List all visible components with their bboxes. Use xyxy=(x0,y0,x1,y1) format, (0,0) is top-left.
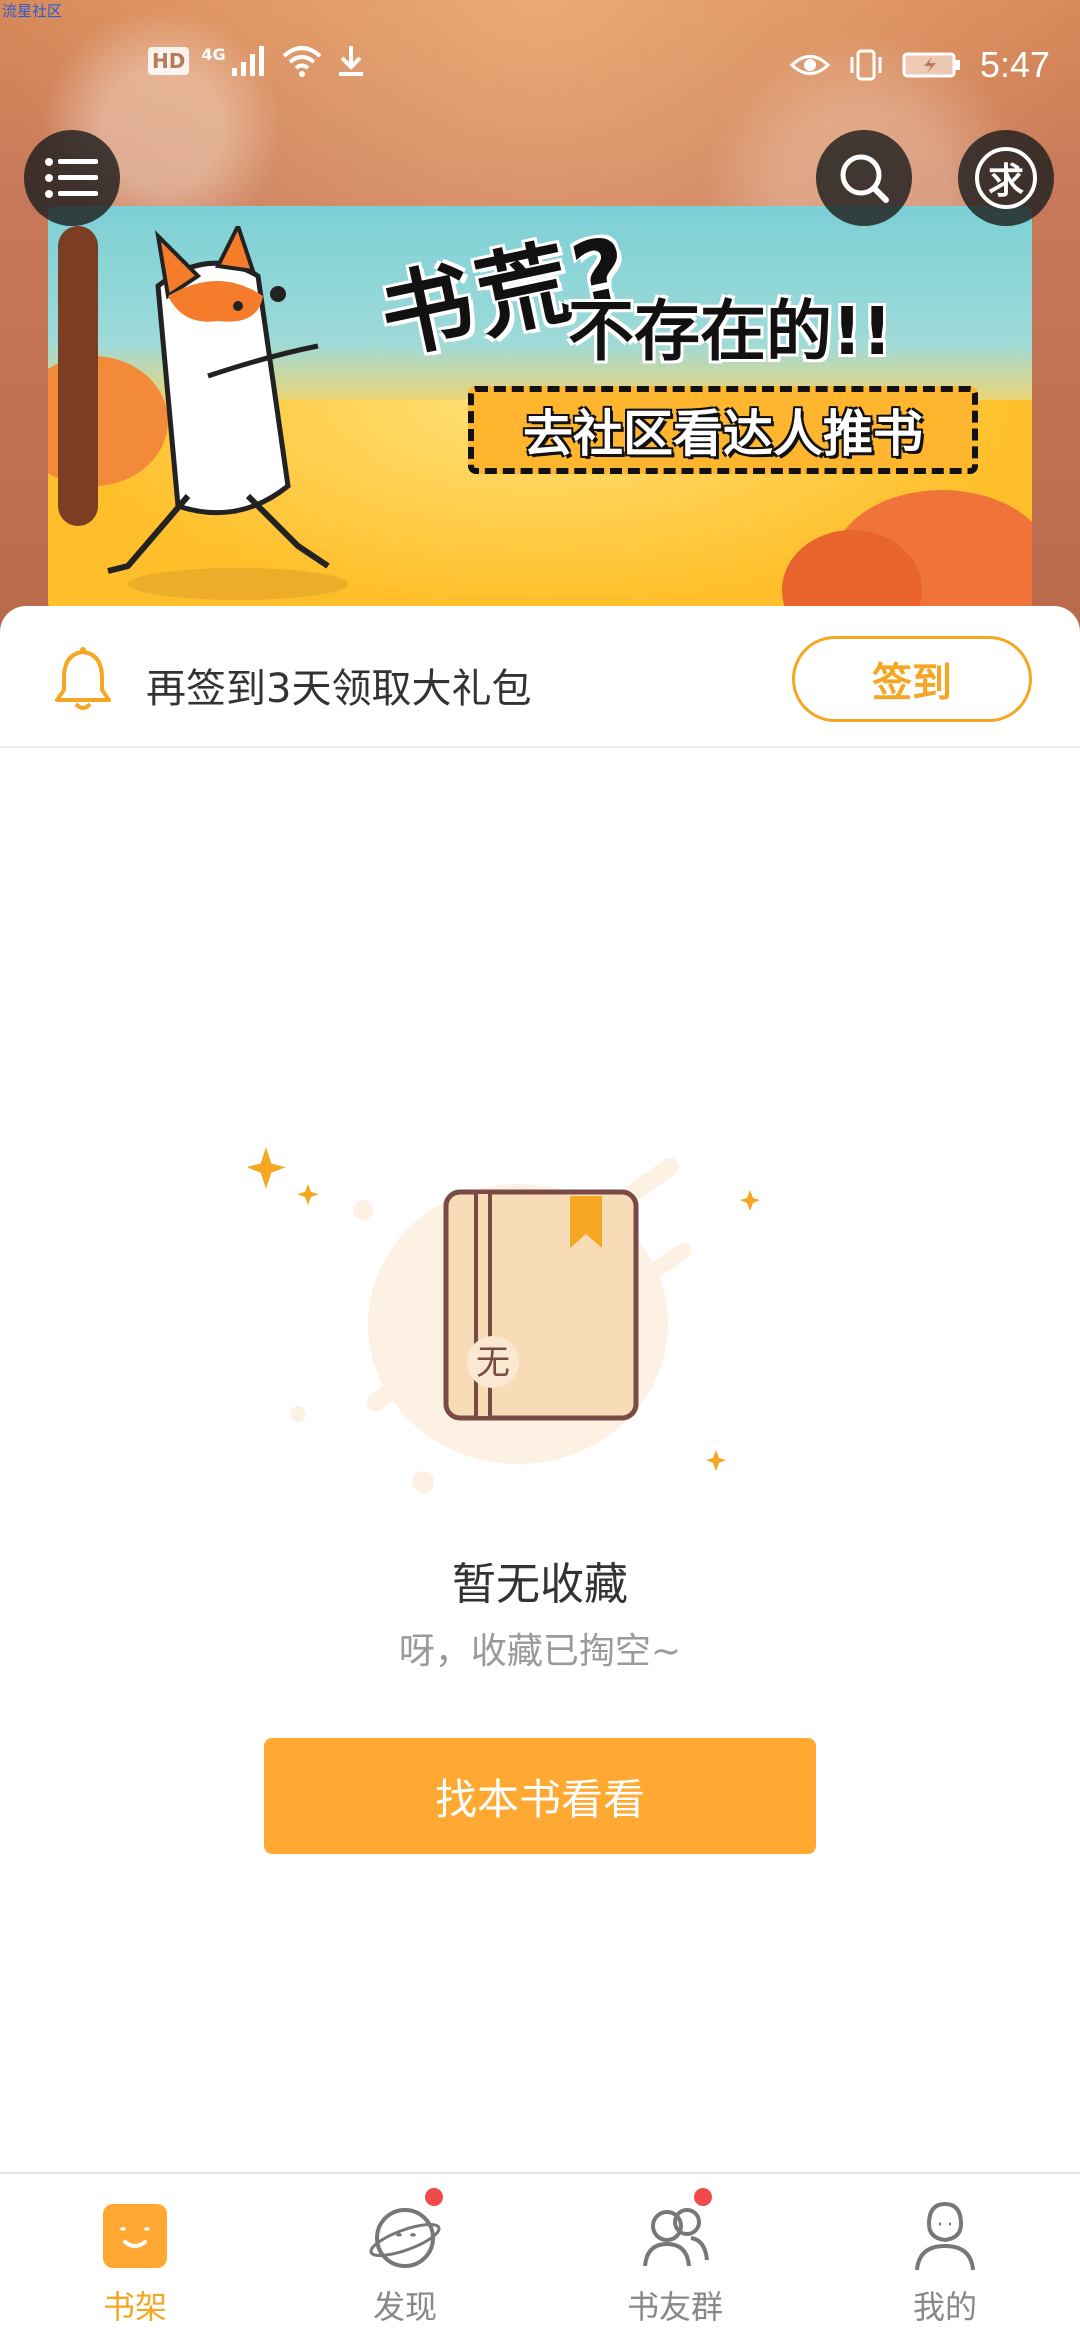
banner-subtitle: 不存在的!! xyxy=(568,293,893,370)
nav-item-discover[interactable]: 发现 xyxy=(270,2174,540,2340)
nav-label: 书架 xyxy=(102,2288,167,2326)
battery-icon xyxy=(902,52,960,78)
menu-icon xyxy=(45,158,98,198)
bookshelf-icon xyxy=(103,2204,167,2268)
status-bar: HD 4G 5:47 xyxy=(0,40,1080,92)
eye-icon xyxy=(789,55,830,75)
network-type: 4G xyxy=(201,44,226,64)
search-icon xyxy=(840,154,889,203)
nav-label: 我的 xyxy=(912,2288,977,2326)
empty-state-subtitle: 呀，收藏已掏空~ xyxy=(398,1631,682,1672)
notification-dot xyxy=(694,2188,712,2206)
wifi-icon xyxy=(282,46,321,77)
promo-banner[interactable]: 书荒? 不存在的!! 去社区看达人推书 xyxy=(48,206,1032,610)
request-book-button[interactable]: 求 xyxy=(958,130,1054,226)
nav-item-bookshelf[interactable]: 书架 xyxy=(0,2174,270,2340)
notification-dot xyxy=(425,2188,443,2206)
find-book-button[interactable]: 找本书看看 xyxy=(264,1738,816,1854)
nav-item-book-friends-group[interactable]: 书友群 xyxy=(540,2174,810,2340)
status-right: 5:47 xyxy=(789,44,1050,86)
menu-button[interactable] xyxy=(24,130,120,226)
group-icon xyxy=(643,2208,709,2267)
nav-item-me[interactable]: 我的 xyxy=(810,2174,1080,2340)
signal-icon xyxy=(231,46,264,76)
bottom-navigation: 书架 发现 书友群 我的 xyxy=(0,2172,1080,2340)
request-badge: 求 xyxy=(975,147,1037,209)
bell-icon xyxy=(55,647,111,710)
nav-label: 书友群 xyxy=(626,2288,723,2326)
watermark: 流星社区 xyxy=(2,2,63,20)
nav-label: 发现 xyxy=(372,2288,437,2326)
clock: 5:47 xyxy=(979,44,1050,85)
checkin-text: 再签到3天领取大礼包 xyxy=(146,666,532,712)
empty-book-badge: 无 xyxy=(476,1343,510,1383)
vibrate-icon xyxy=(850,49,882,81)
banner-cta: 去社区看达人推书 xyxy=(468,386,978,474)
discover-icon xyxy=(369,2208,441,2268)
profile-icon xyxy=(915,2201,975,2271)
hd-badge: HD xyxy=(148,47,190,75)
search-button[interactable] xyxy=(816,130,912,226)
empty-bookshelf-illustration: 无 xyxy=(248,1147,760,1493)
status-left: HD 4G xyxy=(148,44,366,78)
fox-mascot-illustration xyxy=(107,226,348,600)
checkin-button[interactable]: 签到 xyxy=(792,636,1032,722)
empty-state-title: 暂无收藏 xyxy=(452,1559,628,1610)
checkin-row: 再签到3天领取大礼包 签到 xyxy=(0,606,1080,748)
download-icon xyxy=(338,46,363,76)
